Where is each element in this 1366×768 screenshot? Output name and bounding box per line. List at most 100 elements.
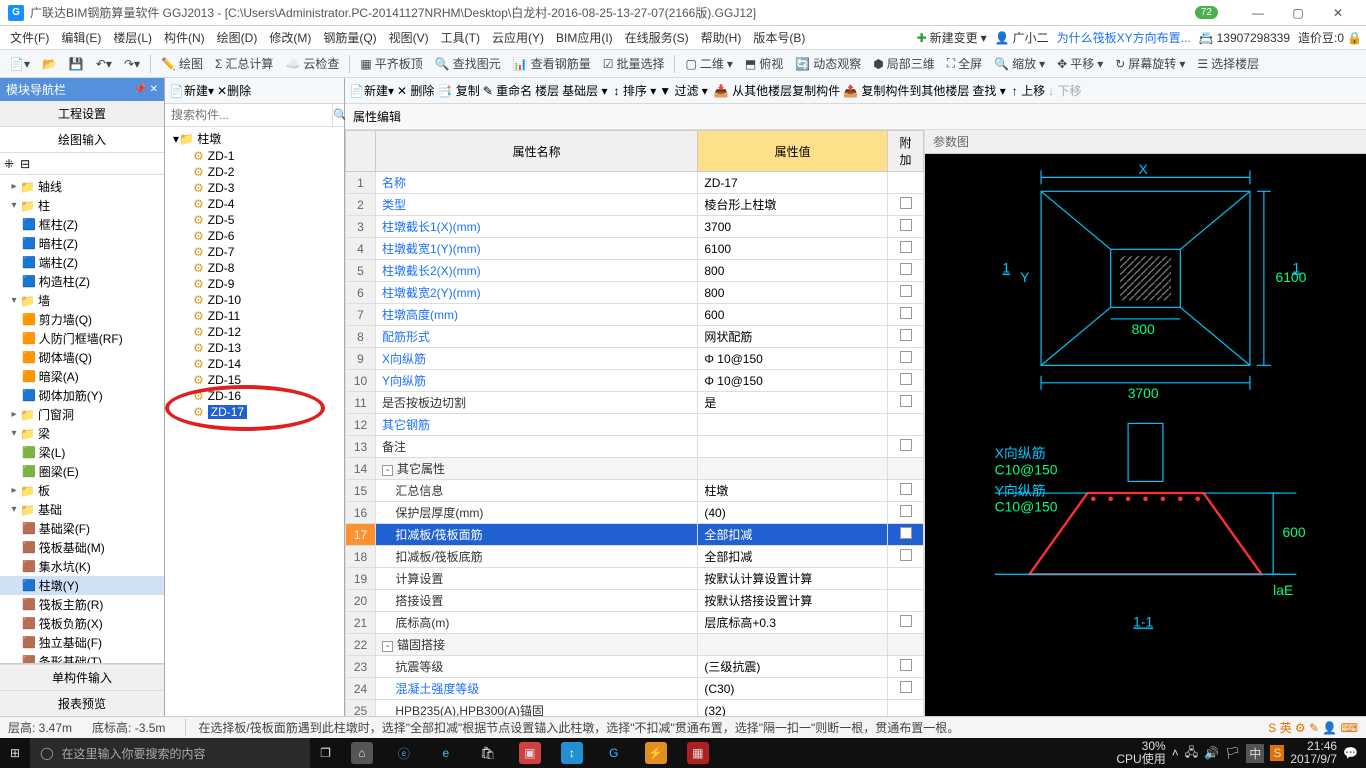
tray-notif-icon[interactable]: 💬 <box>1343 746 1358 760</box>
menu-item[interactable]: BIM应用(I) <box>550 29 619 47</box>
nav-tree[interactable]: ▸📁轴线▾📁柱🟦框柱(Z)🟦暗柱(Z)🟦端柱(Z)🟦构造柱(Z)▾📁墙🟧剪力墙(… <box>0 175 164 663</box>
tb2-base[interactable]: 基础层 ▾ <box>562 82 607 99</box>
maximize-button[interactable]: ▢ <box>1278 0 1318 26</box>
comp-new[interactable]: 📄新建▾ <box>169 82 214 99</box>
tb-app4[interactable]: G <box>593 738 635 768</box>
tb-app2[interactable]: ▣ <box>509 738 551 768</box>
tree-item[interactable]: 🟦砌体加筋(Y) <box>0 386 164 405</box>
comp-item[interactable]: ⚙ZD-15 <box>165 372 344 388</box>
prop-row[interactable]: 15 汇总信息柱墩 <box>346 480 924 502</box>
comp-item[interactable]: ⚙ZD-4 <box>165 196 344 212</box>
tb2-sort[interactable]: ↕ 排序 ▾ <box>614 82 657 99</box>
phone-label[interactable]: 📇 13907298339 <box>1199 31 1290 45</box>
tray-up-icon[interactable]: ˄ <box>1172 746 1179 760</box>
tray-clock[interactable]: 21:462017/9/7 <box>1290 740 1337 766</box>
tree-group[interactable]: ▸📁门窗洞 <box>0 405 164 424</box>
tb-rotate-screen[interactable]: ↻ 屏幕旋转 ▾ <box>1110 53 1190 74</box>
tb2-copy[interactable]: 📑 复制 <box>437 82 479 99</box>
menu-item[interactable]: 楼层(L) <box>107 29 158 47</box>
tree-item[interactable]: 🟧剪力墙(Q) <box>0 310 164 329</box>
tb-redo[interactable]: ↷▾ <box>119 55 145 73</box>
tree-item[interactable]: 🟦框柱(Z) <box>0 215 164 234</box>
tb-top-view[interactable]: ⬒ 俯视 <box>740 53 788 74</box>
tree-item[interactable]: 🟧暗梁(A) <box>0 367 164 386</box>
tb-cloud-check[interactable]: ☁️云检查 <box>280 53 344 74</box>
property-table[interactable]: 属性名称 属性值 附加 1名称ZD-172类型棱台形上柱墩3柱墩截长1(X)(m… <box>345 130 925 716</box>
comp-item[interactable]: ⚙ZD-11 <box>165 308 344 324</box>
menu-item[interactable]: 云应用(Y) <box>486 29 550 47</box>
tree-item[interactable]: 🟫筏板主筋(R) <box>0 595 164 614</box>
comp-item[interactable]: ⚙ZD-10 <box>165 292 344 308</box>
menu-item[interactable]: 文件(F) <box>4 29 55 47</box>
tb-open[interactable]: 📂 <box>37 55 62 73</box>
prop-row[interactable]: 4柱墩截宽1(Y)(mm)6100 <box>346 238 924 260</box>
tip-link[interactable]: 为什么筏板XY方向布置... <box>1057 29 1191 46</box>
nav-expand-icon[interactable]: ⁜ <box>4 157 14 171</box>
prop-row[interactable]: 9X向纵筋Φ 10@150 <box>346 348 924 370</box>
tb-align-top[interactable]: ▦ 平齐板顶 <box>355 53 427 74</box>
tb-browser[interactable]: ⓔ <box>383 738 425 768</box>
comp-item[interactable]: ⚙ZD-17 <box>165 404 344 420</box>
prop-row[interactable]: 1名称ZD-17 <box>346 172 924 194</box>
prop-row[interactable]: 6柱墩截宽2(Y)(mm)800 <box>346 282 924 304</box>
tb-orbit[interactable]: 🔄 动态观察 <box>790 53 866 74</box>
prop-row[interactable]: 2类型棱台形上柱墩 <box>346 194 924 216</box>
tb-local-3d[interactable]: ⬢ 局部三维 <box>868 53 940 74</box>
prop-row[interactable]: 18 扣减板/筏板底筋全部扣减 <box>346 546 924 568</box>
tb-app3[interactable]: ↕ <box>551 738 593 768</box>
tb2-down[interactable]: ↓ 下移 <box>1048 82 1081 99</box>
prop-row[interactable]: 20 搭接设置按默认搭接设置计算 <box>346 590 924 612</box>
comp-item[interactable]: ⚙ZD-2 <box>165 164 344 180</box>
menu-item[interactable]: 在线服务(S) <box>619 29 695 47</box>
prop-row[interactable]: 8配筋形式网状配筋 <box>346 326 924 348</box>
tree-item[interactable]: 🟩圈梁(E) <box>0 462 164 481</box>
prop-row[interactable]: 25 HPB235(A),HPB300(A)锚固(32) <box>346 700 924 717</box>
comp-item[interactable]: ⚙ZD-6 <box>165 228 344 244</box>
tb-app1[interactable]: ⌂ <box>341 738 383 768</box>
tray-sogou[interactable]: S <box>1270 745 1284 761</box>
tb-save[interactable]: 💾 <box>64 55 89 73</box>
search-input[interactable] <box>165 104 332 126</box>
menu-item[interactable]: 修改(M) <box>263 29 317 47</box>
comp-item[interactable]: ⚙ZD-8 <box>165 260 344 276</box>
prop-row[interactable]: 12其它钢筋 <box>346 414 924 436</box>
tray-ime[interactable]: 中 <box>1246 744 1264 763</box>
comp-item[interactable]: ⚙ZD-9 <box>165 276 344 292</box>
tree-item[interactable]: 🟩梁(L) <box>0 443 164 462</box>
start-button[interactable]: ⊞ <box>0 738 30 768</box>
tree-item[interactable]: 🟫筏板基础(M) <box>0 538 164 557</box>
tb-zoom[interactable]: 🔍 缩放 ▾ <box>989 53 1050 74</box>
component-tree[interactable]: ▾ 📁 柱墩⚙ZD-1⚙ZD-2⚙ZD-3⚙ZD-4⚙ZD-5⚙ZD-6⚙ZD-… <box>165 127 344 716</box>
nav-tab-project[interactable]: 工程设置 <box>0 101 164 127</box>
tb-select-floor[interactable]: ☰ 选择楼层 <box>1192 53 1264 74</box>
comp-item[interactable]: ⚙ZD-3 <box>165 180 344 196</box>
tree-item[interactable]: 🟫独立基础(F) <box>0 633 164 652</box>
tray-vol-icon[interactable]: 🔊 <box>1204 746 1219 760</box>
close-button[interactable]: ✕ <box>1318 0 1358 26</box>
tb-find-element[interactable]: 🔍 查找图元 <box>430 53 506 74</box>
menu-item[interactable]: 编辑(E) <box>55 29 107 47</box>
tree-group[interactable]: ▾📁墙 <box>0 291 164 310</box>
tb2-new[interactable]: 📄新建▾ <box>349 82 394 99</box>
tree-item[interactable]: 🟦柱墩(Y) <box>0 576 164 595</box>
tree-item[interactable]: 🟫筏板负筋(X) <box>0 614 164 633</box>
comp-parent[interactable]: ▾ 📁 柱墩 <box>165 129 344 148</box>
comp-item[interactable]: ⚙ZD-5 <box>165 212 344 228</box>
tb-undo[interactable]: ↶▾ <box>91 55 117 73</box>
comp-item[interactable]: ⚙ZD-13 <box>165 340 344 356</box>
prop-row[interactable]: 19 计算设置按默认计算设置计算 <box>346 568 924 590</box>
tree-item[interactable]: 🟧砌体墙(Q) <box>0 348 164 367</box>
tb-app6[interactable]: ▦ <box>677 738 719 768</box>
tb2-copy-to[interactable]: 📤 复制构件到其他楼层 <box>843 82 969 99</box>
tree-item[interactable]: 🟦端柱(Z) <box>0 253 164 272</box>
tb2-up[interactable]: ↑ 上移 <box>1012 82 1045 99</box>
tree-group[interactable]: ▾📁基础 <box>0 500 164 519</box>
pin-icon[interactable]: 📌 ✕ <box>134 84 158 95</box>
tree-item[interactable]: 🟦暗柱(Z) <box>0 234 164 253</box>
tb2-copy-from[interactable]: 📥 从其他楼层复制构件 <box>714 82 840 99</box>
tray-flag-icon[interactable]: 🏳 <box>1225 746 1240 760</box>
user-label[interactable]: 👤 广小二 <box>995 29 1049 46</box>
tree-item[interactable]: 🟫基础梁(F) <box>0 519 164 538</box>
tb-draw[interactable]: ✏️绘图 <box>156 53 208 74</box>
tray-cpu[interactable]: 30%CPU使用 <box>1116 740 1165 766</box>
